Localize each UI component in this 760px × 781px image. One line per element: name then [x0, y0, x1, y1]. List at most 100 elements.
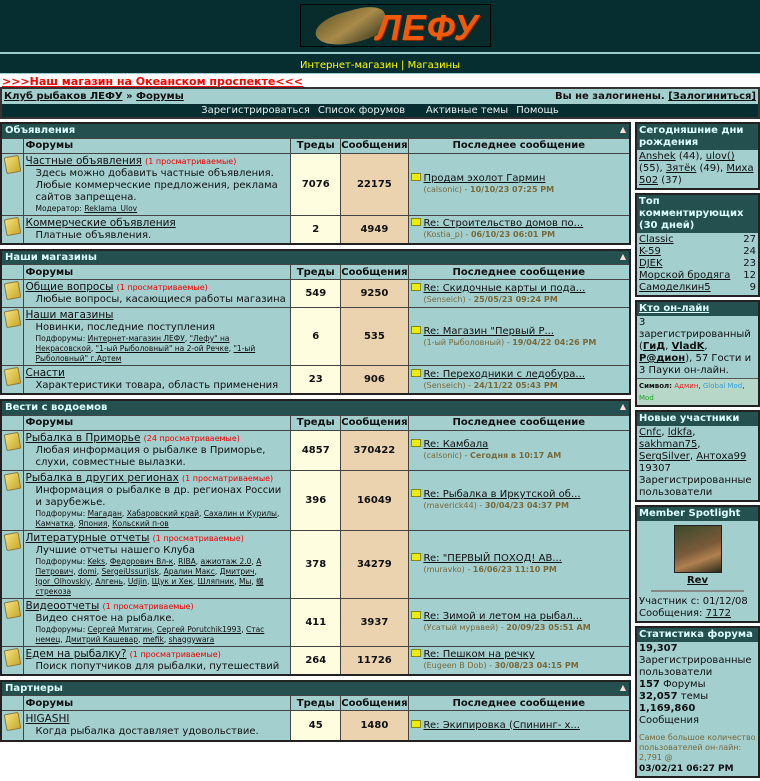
forum-link[interactable]: Снасти: [26, 367, 65, 379]
last-post-user[interactable]: (Eugeen B Dob): [424, 661, 487, 670]
collapse-toggle-icon[interactable]: ▲: [620, 125, 626, 134]
post-icon: [410, 553, 421, 561]
last-post-link[interactable]: Re: Пешком на речку: [424, 649, 535, 660]
subforum-link[interactable]: RIBA: [178, 557, 196, 566]
subforum-link[interactable]: Reklama_Ulov: [84, 204, 137, 213]
last-post-link[interactable]: Re: Рыбалка в Иркутской об...: [424, 489, 581, 500]
birthday-user[interactable]: Зятёк: [666, 163, 696, 174]
birthday-user[interactable]: ulov(): [706, 151, 735, 162]
new-member-link[interactable]: Антоха99: [696, 451, 746, 462]
subforum-link[interactable]: Дмитрий Кашевар: [65, 635, 138, 644]
new-member-link[interactable]: sakhman75: [639, 439, 697, 450]
online-title[interactable]: Кто он-лайн: [639, 303, 709, 314]
collapse-toggle-icon[interactable]: ▲: [620, 683, 626, 692]
forum-link[interactable]: Едем на рыбалку?: [26, 648, 127, 660]
last-post-link[interactable]: Re: Магазин "Первый Р...: [424, 326, 555, 337]
last-post-link[interactable]: Re: Экипировка (Спининг- х...: [424, 720, 580, 731]
collapse-toggle-icon[interactable]: ▲: [620, 252, 626, 261]
subforum-link[interactable]: domi: [78, 567, 97, 576]
breadcrumb-root[interactable]: Клуб рыбаков ЛЕФУ: [4, 91, 123, 102]
forum-link[interactable]: Рыбалка в других регионах: [26, 472, 179, 484]
subforum-link[interactable]: shaggywara: [169, 635, 215, 644]
member-avatar[interactable]: [673, 525, 722, 573]
last-post-user[interactable]: (calsonic): [424, 185, 463, 194]
forum-link[interactable]: Наши магазины: [26, 309, 114, 321]
post-count: 16049: [340, 469, 409, 531]
last-post-link[interactable]: Re: Скидочные карты и пода...: [424, 283, 586, 294]
subforum-link[interactable]: Сахалин и Курилы: [204, 509, 277, 518]
top-poster-name[interactable]: Морской бродяга: [639, 270, 730, 282]
online-user[interactable]: ГиД: [643, 341, 665, 352]
subforum-link[interactable]: "1-ый Рыболовный" на 2-ой Речке: [96, 344, 229, 353]
nav-stores[interactable]: Магазины: [408, 60, 460, 71]
last-post-date: 19/04/22 04:26 PM: [512, 337, 597, 347]
forum-row: Частные объявления (1 просматриваемые) Зд…: [0, 152, 631, 216]
menu-help[interactable]: Помощь: [516, 105, 559, 116]
subforum-link[interactable]: Федорович Вл-к: [110, 557, 173, 566]
new-member-link[interactable]: ldkfa: [668, 427, 693, 438]
last-post-user[interactable]: (calsonic): [424, 451, 463, 460]
last-post-link[interactable]: Re: Переходники с ледобура...: [424, 369, 585, 380]
subforum-link[interactable]: Аралин Макс: [164, 567, 215, 576]
forum-link[interactable]: HIGASHI: [26, 713, 70, 725]
site-logo[interactable]: ЛЕФУ: [300, 4, 491, 47]
subforum-link[interactable]: ажиотаж 2.0: [201, 557, 252, 566]
subforum-link[interactable]: Дмитрич: [220, 567, 255, 576]
last-post-user[interactable]: (muravko): [424, 565, 465, 574]
breadcrumb-current[interactable]: Форумы: [136, 91, 184, 102]
forum-link[interactable]: Рыбалка в Приморье: [26, 432, 141, 444]
subforum-link[interactable]: Камчатка: [36, 519, 74, 528]
forum-link[interactable]: Коммерческие объявления: [26, 217, 176, 229]
birthday-user[interactable]: Anshek: [639, 151, 676, 162]
new-member-link[interactable]: SergSilver: [639, 451, 690, 462]
collapse-toggle-icon[interactable]: ▲: [620, 402, 626, 411]
subforum-link[interactable]: Udjin: [128, 577, 147, 586]
threads-column-header: Треды: [290, 137, 342, 154]
forum-link[interactable]: Частные объявления: [26, 155, 142, 167]
subforum-link[interactable]: Интернет-магазин ЛЕФУ: [88, 334, 185, 343]
subforum-link[interactable]: Keks: [88, 557, 105, 566]
spotlight-name[interactable]: Rev: [687, 575, 708, 586]
subforum-link[interactable]: Сергей Porutchik1993: [157, 625, 241, 634]
subforum-link[interactable]: Япония: [78, 519, 107, 528]
last-post-user[interactable]: (1-ый Рыболовный): [424, 338, 505, 347]
online-user[interactable]: VladK: [672, 341, 705, 352]
last-post-user[interactable]: (Senseich): [424, 295, 466, 304]
subforum-link[interactable]: Хабаровский край: [127, 509, 199, 518]
last-post-title-line: Re: Зимой и летом на рыбал...: [410, 611, 628, 622]
top-poster-name[interactable]: DJEK: [639, 258, 663, 270]
forum-link[interactable]: Литературные отчеты: [26, 532, 150, 544]
login-link[interactable]: [Залогиниться]: [668, 91, 756, 102]
subforum-link[interactable]: SergeiUssurijsk: [102, 567, 159, 576]
top-poster-name[interactable]: Самоделкин5: [639, 282, 711, 294]
menu-forum-list[interactable]: Список форумов: [318, 105, 405, 116]
last-post-link[interactable]: Re: Камбала: [424, 439, 489, 450]
subforum-link[interactable]: Igor_Olhovskiy: [36, 577, 91, 586]
subforum-link[interactable]: Алгень: [95, 577, 123, 586]
last-post-user[interactable]: (maverick44): [424, 501, 477, 510]
subforum-link[interactable]: Сергей Митягин: [88, 625, 152, 634]
menu-active-topics[interactable]: Активные темы: [426, 105, 508, 116]
new-member-link[interactable]: Cnfc: [639, 427, 661, 438]
online-user[interactable]: Р@дион: [639, 353, 685, 364]
subforum-link[interactable]: mefik: [143, 635, 164, 644]
subforum-link[interactable]: Щук и Хек: [152, 577, 193, 586]
subforum-link[interactable]: Кольский п-ов: [112, 519, 169, 528]
last-post-user[interactable]: (Senseich): [424, 381, 466, 390]
last-post-user[interactable]: (Kostia_p): [424, 230, 464, 239]
top-poster-name[interactable]: Classic: [639, 234, 674, 246]
last-post-link[interactable]: Продам эхолот Гармин: [424, 173, 546, 184]
menu-register[interactable]: Зарегистрироваться: [201, 105, 310, 116]
last-post-link[interactable]: Re: "ПЕРВЫЙ ПОХОД! АВ...: [424, 553, 562, 564]
top-poster-name[interactable]: K-59: [639, 246, 661, 258]
last-post-link[interactable]: Re: Строительство домов по...: [424, 218, 584, 229]
forum-link[interactable]: Видеоотчеты: [26, 600, 100, 612]
subforum-link[interactable]: Мы: [239, 577, 251, 586]
nav-shop[interactable]: Интернет-магазин: [300, 60, 398, 71]
subforum-link[interactable]: Магадан: [88, 509, 122, 518]
forum-link[interactable]: Общие вопросы: [26, 281, 114, 293]
posts-link[interactable]: 7172: [706, 608, 731, 619]
subforum-link[interactable]: Шляпник: [198, 577, 235, 586]
last-post-user[interactable]: (Усатый муравей): [424, 623, 499, 632]
last-post-link[interactable]: Re: Зимой и летом на рыбал...: [424, 611, 583, 622]
